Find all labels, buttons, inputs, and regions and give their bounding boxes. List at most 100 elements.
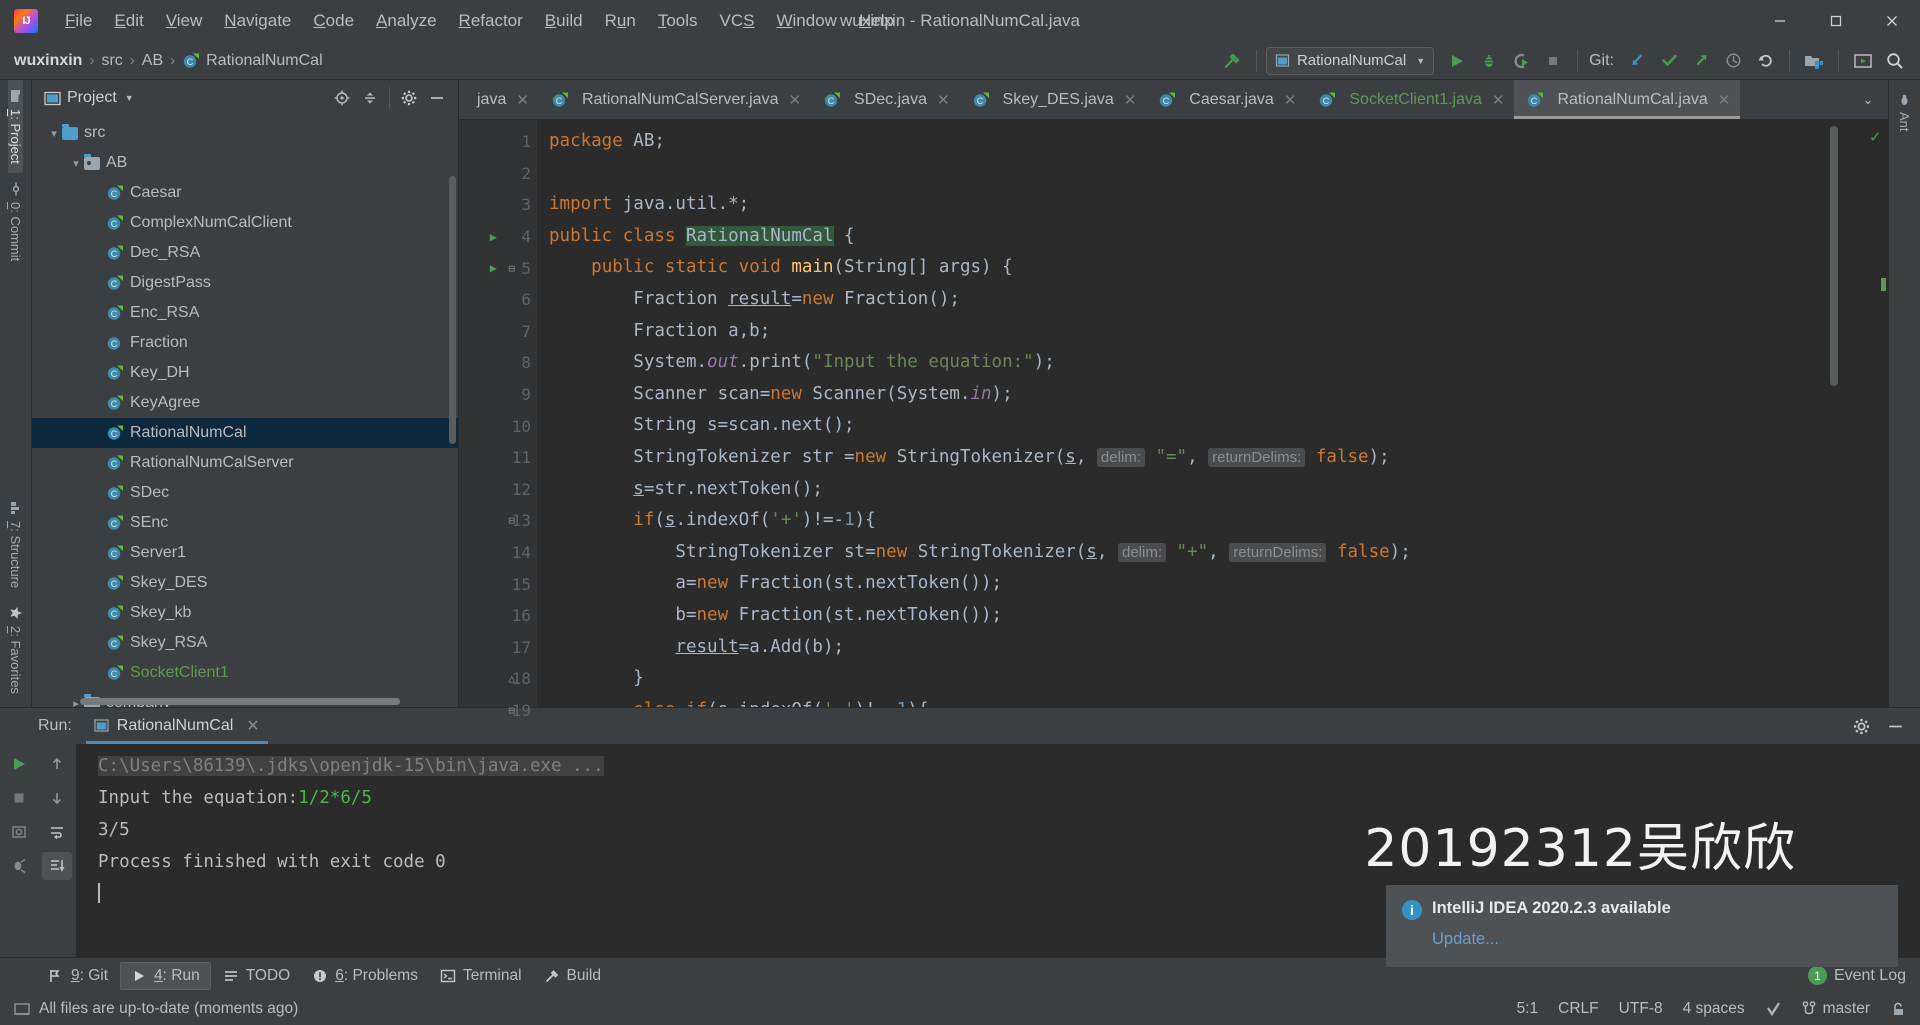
line-separator[interactable]: CRLF — [1558, 1000, 1598, 1018]
gutter-line[interactable]: ⊟ 13 — [459, 505, 537, 537]
gutter-run-icon[interactable]: ▶ — [490, 261, 497, 275]
commit-icon[interactable] — [1654, 47, 1684, 75]
scroll-down-button[interactable] — [42, 784, 72, 812]
tree-item-socketclient1[interactable]: C SocketClient1 — [32, 658, 458, 688]
sidebar-item-structure[interactable]: 7: Structure — [8, 492, 23, 597]
editor-tab-socketclient1java[interactable]: C SocketClient1.java ✕ — [1306, 80, 1514, 119]
notification-update-link[interactable]: Update... — [1432, 930, 1880, 949]
gutter-line[interactable]: 16 — [459, 600, 537, 632]
menu-item-tools[interactable]: Tools — [647, 7, 709, 35]
project-tree[interactable]: srcAB C Caesar C ComplexNumCalClient C Dec_RSA… — [32, 116, 458, 707]
editor-tab-sdecjava[interactable]: C SDec.java ✕ — [811, 80, 960, 119]
run-anything-icon[interactable] — [1848, 47, 1878, 75]
scroll-up-button[interactable] — [42, 750, 72, 778]
minimize-button[interactable] — [1752, 0, 1808, 42]
breadcrumb-item-rationalnumcal[interactable]: C RationalNumCal — [182, 52, 323, 70]
rollback-icon[interactable] — [1750, 47, 1780, 75]
inspection-check-icon[interactable] — [1765, 1001, 1782, 1018]
tree-item-src[interactable]: src — [32, 118, 458, 148]
close-icon[interactable]: ✕ — [1124, 91, 1137, 109]
tree-item-keyagree[interactable]: C KeyAgree — [32, 388, 458, 418]
hide-panel-icon[interactable] — [424, 86, 450, 110]
event-log-button[interactable]: 1 Event Log — [1807, 966, 1906, 985]
settings-gear-icon[interactable] — [1846, 712, 1876, 740]
tree-item-dec_rsa[interactable]: C Dec_RSA — [32, 238, 458, 268]
soft-wrap-button[interactable] — [42, 818, 72, 846]
run-with-coverage-button[interactable] — [1506, 47, 1536, 75]
tree-item-ab[interactable]: AB — [32, 148, 458, 178]
editor-vertical-scrollbar[interactable] — [1830, 126, 1838, 386]
menu-item-refactor[interactable]: Refactor — [448, 7, 534, 35]
menu-item-build[interactable]: Build — [534, 7, 594, 35]
editor-tab-java[interactable]: java ✕ — [459, 80, 539, 119]
run-configuration-selector[interactable]: RationalNumCal ▼ — [1265, 46, 1435, 75]
push-icon[interactable] — [1686, 47, 1716, 75]
editor-tab-caesarjava[interactable]: C Caesar.java ✕ — [1146, 80, 1306, 119]
gutter-line[interactable]: 14 — [459, 537, 537, 569]
close-icon[interactable]: ✕ — [1492, 91, 1505, 109]
stop-button[interactable] — [1538, 47, 1568, 75]
chevron-down-icon[interactable] — [46, 127, 62, 140]
editor-tab-skeydesjava[interactable]: C Skey_DES.java ✕ — [960, 80, 1147, 119]
hide-panel-icon[interactable] — [1880, 712, 1910, 740]
tree-item-skey_des[interactable]: C Skey_DES — [32, 568, 458, 598]
gutter-line[interactable]: △ 18 — [459, 663, 537, 695]
gutter-run-icon[interactable]: ▶ — [490, 230, 497, 244]
collapse-all-icon[interactable] — [357, 86, 383, 110]
tree-vertical-scrollbar[interactable] — [449, 176, 456, 444]
sidebar-item-favorites[interactable]: 2: Favorites — [8, 597, 23, 703]
tree-item-fraction[interactable]: C Fraction — [32, 328, 458, 358]
menu-item-help[interactable]: Help — [848, 7, 905, 35]
tool-window-button-terminal[interactable]: Terminal — [430, 962, 532, 990]
close-icon[interactable]: ✕ — [1718, 91, 1731, 109]
close-button[interactable] — [1864, 0, 1920, 42]
update-project-icon[interactable] — [1622, 47, 1652, 75]
search-everywhere-icon[interactable] — [1880, 47, 1910, 75]
tree-item-enc_rsa[interactable]: C Enc_RSA — [32, 298, 458, 328]
menu-item-edit[interactable]: Edit — [103, 7, 154, 35]
tool-window-button-build[interactable]: Build — [534, 962, 611, 990]
tool-window-button-problems[interactable]: 6: Problems — [302, 962, 428, 990]
tree-item-complexnumcalclient[interactable]: C ComplexNumCalClient — [32, 208, 458, 238]
tree-item-rationalnumcal[interactable]: C RationalNumCal — [32, 418, 458, 448]
breadcrumb-item-src[interactable]: src — [101, 52, 122, 70]
close-icon[interactable]: ✕ — [788, 91, 801, 109]
code-fold-open-icon[interactable]: ⊟ — [508, 514, 515, 527]
editor-tab-rationalnumcaljava[interactable]: C RationalNumCal.java ✕ — [1514, 80, 1741, 119]
tree-item-key_dh[interactable]: C Key_DH — [32, 358, 458, 388]
tree-item-sdec[interactable]: C SDec — [32, 478, 458, 508]
gutter-line[interactable]: 17 — [459, 632, 537, 664]
locate-in-tree-icon[interactable] — [329, 86, 355, 110]
code-fold-open-icon[interactable]: ⊟ — [508, 262, 515, 275]
gutter-line[interactable]: 10 — [459, 410, 537, 442]
gutter-line[interactable]: 8 — [459, 347, 537, 379]
sidebar-item-ant[interactable]: Ant — [1897, 86, 1912, 140]
git-branch-widget[interactable]: master — [1802, 1000, 1870, 1018]
tree-item-rationalnumcalserver[interactable]: C RationalNumCalServer — [32, 448, 458, 478]
gutter-line[interactable]: 2 — [459, 158, 537, 190]
tool-window-button-git[interactable]: 9: Git — [38, 962, 118, 990]
run-tab-rationalnumcal[interactable]: RationalNumCal ✕ — [85, 708, 268, 744]
debug-button[interactable] — [1474, 47, 1504, 75]
editor-tab-rationalnumcalserverjava[interactable]: C RationalNumCalServer.java ✕ — [539, 80, 811, 119]
menu-item-window[interactable]: Window — [765, 7, 847, 35]
menu-item-navigate[interactable]: Navigate — [213, 7, 302, 35]
sidebar-item-project[interactable]: 1: Project — [8, 80, 23, 173]
indent-setting[interactable]: 4 spaces — [1683, 1000, 1745, 1018]
tree-item-skey_kb[interactable]: C Skey_kb — [32, 598, 458, 628]
stop-button[interactable] — [4, 784, 34, 812]
file-encoding[interactable]: UTF-8 — [1619, 1000, 1663, 1018]
chevron-down-icon[interactable] — [68, 157, 84, 170]
menu-item-code[interactable]: Code — [302, 7, 365, 35]
history-icon[interactable] — [1718, 47, 1748, 75]
project-structure-icon[interactable] — [1799, 47, 1829, 75]
settings-gear-icon[interactable] — [396, 86, 422, 110]
gutter-line[interactable]: ▶ 4 — [459, 221, 537, 253]
lock-icon[interactable] — [1890, 1001, 1906, 1018]
breadcrumb-item-ab[interactable]: AB — [142, 52, 163, 70]
maximize-button[interactable] — [1808, 0, 1864, 42]
menu-item-file[interactable]: File — [54, 7, 103, 35]
gutter-line[interactable]: 1 — [459, 126, 537, 158]
gutter-line[interactable]: 6 — [459, 284, 537, 316]
tree-item-caesar[interactable]: C Caesar — [32, 178, 458, 208]
